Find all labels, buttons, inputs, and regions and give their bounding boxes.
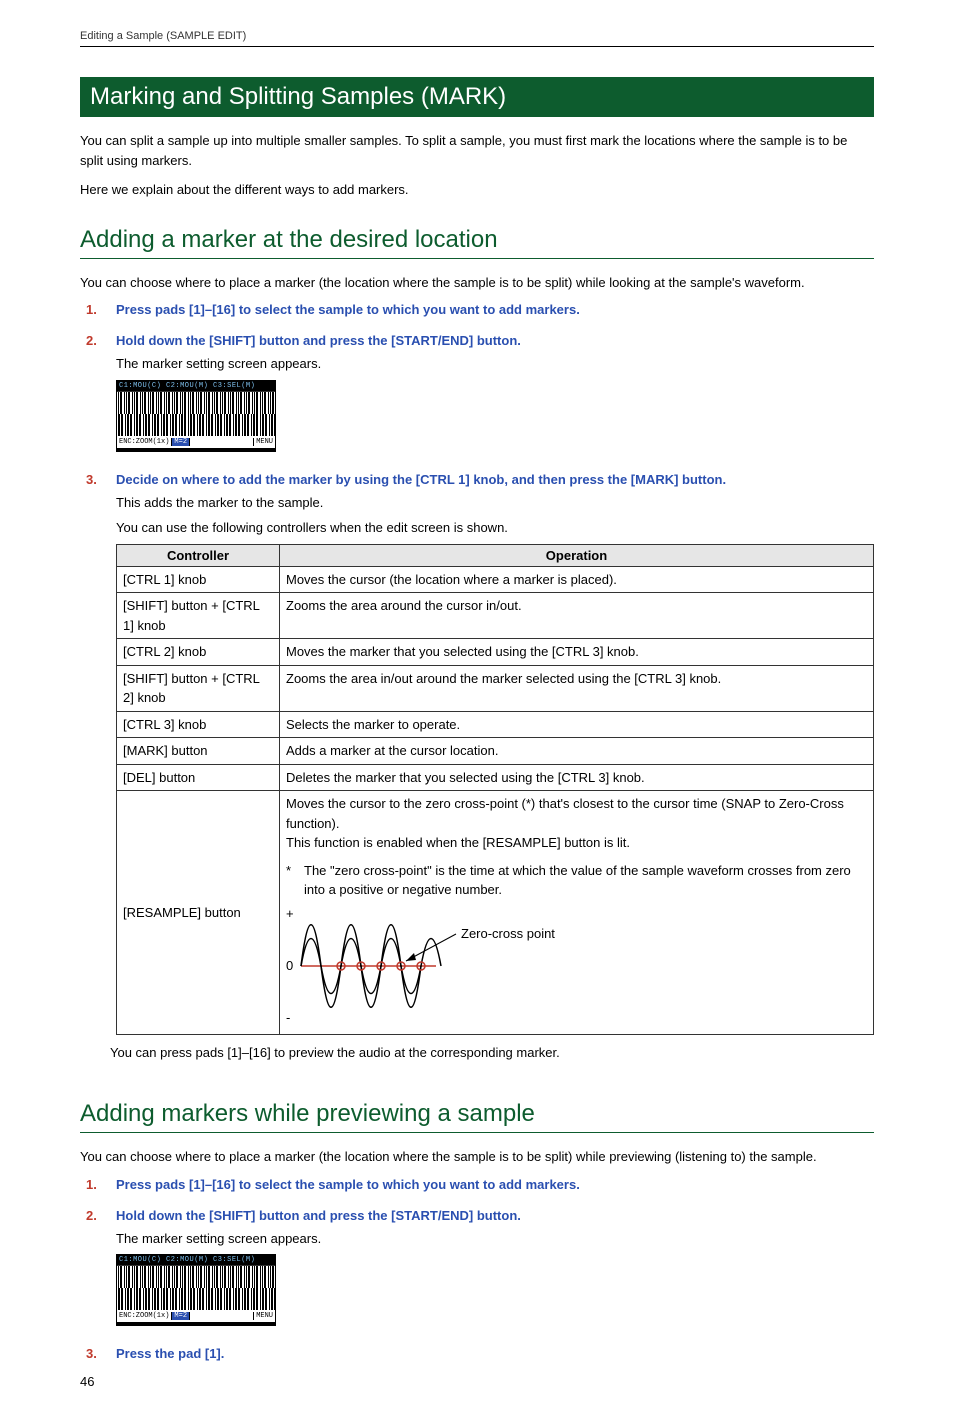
step-number: 1. [80, 1177, 116, 1198]
marker-screen-image: C1:MOU(C) C2:MOU(M) C3:SEL(M) ENC:ZOOM(1… [116, 1254, 276, 1326]
table-cell: [DEL] button [117, 764, 280, 791]
screenshot-menu-label: MENU [253, 1312, 275, 1320]
step-title: Hold down the [SHIFT] button and press t… [116, 1208, 874, 1223]
resample-desc-2: This function is enabled when the [RESAM… [286, 833, 867, 853]
table-cell: Zooms the area around the cursor in/out. [280, 593, 874, 639]
marker-screen-image: C1:MOU(C) C2:MOU(M) C3:SEL(M) ENC:ZOOM(1… [116, 380, 276, 452]
step-desc: You can use the following controllers wh… [116, 518, 874, 538]
table-cell: Selects the marker to operate. [280, 711, 874, 738]
controllers-table: Controller Operation [CTRL 1] knob Moves… [116, 544, 874, 1036]
intro-p1: You can split a sample up into multiple … [80, 131, 874, 170]
table-cell: Adds a marker at the cursor location. [280, 738, 874, 765]
table-cell: [MARK] button [117, 738, 280, 765]
screenshot-mark-label: M=2 [172, 1312, 190, 1320]
subheading-1: Adding a marker at the desired location [80, 226, 874, 259]
step-title: Decide on where to add the marker by usi… [116, 472, 874, 487]
screenshot-menu-label: MENU [253, 438, 275, 446]
screenshot-zoom-label: ENC:ZOOM(1x) [117, 438, 172, 446]
table-header-controller: Controller [117, 544, 280, 566]
screenshot-waveform [117, 392, 275, 436]
screenshot-bottom-bar: ENC:ZOOM(1x) M=2 MENU [117, 436, 275, 448]
section-title: Marking and Splitting Samples (MARK) [80, 77, 874, 117]
subheading-2: Adding markers while previewing a sample [80, 1100, 874, 1133]
screenshot-mark-label: M=2 [172, 438, 190, 446]
axis-plus: + [286, 906, 294, 921]
step-title: Press pads [1]–[16] to select the sample… [116, 1177, 874, 1192]
step-desc: The marker setting screen appears. [116, 354, 874, 374]
table-cell: Deletes the marker that you selected usi… [280, 764, 874, 791]
table-cell: [RESAMPLE] button [117, 791, 280, 1035]
step-number: 1. [80, 302, 116, 323]
table-cell: Moves the marker that you selected using… [280, 639, 874, 666]
table-cell: [SHIFT] button + [CTRL 2] knob [117, 665, 280, 711]
step-desc: This adds the marker to the sample. [116, 493, 874, 513]
table-cell: [CTRL 2] knob [117, 639, 280, 666]
zero-cross-label: Zero-cross point [461, 926, 555, 941]
step-desc: The marker setting screen appears. [116, 1229, 874, 1249]
page-number: 46 [80, 1374, 94, 1389]
resample-desc-1: Moves the cursor to the zero cross-point… [286, 794, 867, 833]
step-number: 2. [80, 333, 116, 462]
screenshot-top-bar: C1:MOU(C) C2:MOU(M) C3:SEL(M) [117, 1255, 275, 1266]
table-cell: [CTRL 3] knob [117, 711, 280, 738]
step-number: 3. [80, 1346, 116, 1367]
table-cell: [CTRL 1] knob [117, 566, 280, 593]
step-title: Press the pad [1]. [116, 1346, 874, 1361]
table-cell: [SHIFT] button + [CTRL 1] knob [117, 593, 280, 639]
axis-minus: - [286, 1010, 290, 1025]
table-footer-note: You can press pads [1]–[16] to preview t… [110, 1045, 874, 1060]
screenshot-top-bar: C1:MOU(C) C2:MOU(M) C3:SEL(M) [117, 381, 275, 392]
screenshot-waveform [117, 1266, 275, 1310]
intro-p2: Here we explain about the different ways… [80, 180, 874, 200]
screenshot-bottom-bar: ENC:ZOOM(1x) M=2 MENU [117, 1310, 275, 1322]
table-cell: Moves the cursor (the location where a m… [280, 566, 874, 593]
sub2-intro: You can choose where to place a marker (… [80, 1147, 874, 1167]
running-header: Editing a Sample (SAMPLE EDIT) [80, 30, 874, 47]
step-number: 2. [80, 1208, 116, 1337]
footnote-star: * [286, 861, 304, 900]
table-cell: Moves the cursor to the zero cross-point… [280, 791, 874, 1035]
resample-desc-3: The "zero cross-point" is the time at wh… [304, 861, 867, 900]
step-title: Hold down the [SHIFT] button and press t… [116, 333, 874, 348]
zero-cross-diagram: + 0 - [286, 906, 867, 1032]
step-title: Press pads [1]–[16] to select the sample… [116, 302, 874, 317]
screenshot-zoom-label: ENC:ZOOM(1x) [117, 1312, 172, 1320]
table-cell: Zooms the area in/out around the marker … [280, 665, 874, 711]
step-number: 3. [80, 472, 116, 1036]
axis-zero: 0 [286, 958, 293, 973]
sub1-intro: You can choose where to place a marker (… [80, 273, 874, 293]
table-header-operation: Operation [280, 544, 874, 566]
